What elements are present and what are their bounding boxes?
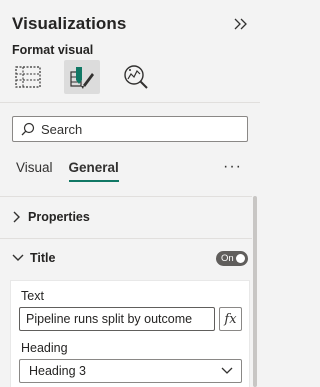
chevron-down-icon [12, 254, 24, 261]
search-input[interactable] [35, 121, 247, 137]
toggle-label: On [221, 253, 234, 264]
format-tabs: Visual General [16, 160, 120, 182]
analytics-magnifier-icon [124, 65, 148, 89]
toolbar-divider [0, 102, 260, 103]
title-section-header[interactable]: Title [12, 251, 55, 265]
tab-visual[interactable]: Visual [16, 160, 53, 180]
toggle-knob [236, 254, 245, 263]
properties-section-header[interactable]: Properties [12, 210, 90, 224]
title-toggle[interactable]: On [216, 251, 248, 266]
chevron-down-icon [221, 367, 233, 374]
table-grid-icon [15, 66, 41, 88]
format-visual-button[interactable] [64, 60, 100, 94]
pane-mode-toolbar [10, 60, 154, 94]
heading-field-label: Heading [21, 341, 68, 355]
title-settings-card: Text fx Heading Heading 3 [10, 280, 250, 387]
double-chevron-right-icon [234, 18, 247, 30]
title-text-input[interactable] [19, 307, 215, 331]
title-section-label: Title [30, 251, 56, 265]
text-field-label: Text [21, 289, 44, 303]
tab-general[interactable]: General [68, 160, 120, 182]
heading-selected-value: Heading 3 [29, 364, 86, 378]
collapse-pane-button[interactable] [232, 14, 250, 34]
conditional-format-fx-button[interactable]: fx [219, 307, 242, 331]
paintbrush-format-icon [70, 67, 94, 89]
tabs-divider [0, 196, 252, 197]
visualizations-pane: Visualizations Format visual Search Visu… [0, 0, 260, 387]
section-divider [0, 238, 252, 239]
search-icon [21, 122, 35, 136]
format-visual-heading: Format visual [12, 43, 94, 57]
more-options-button[interactable]: ··· [223, 158, 242, 176]
properties-section-label: Properties [28, 210, 90, 224]
analytics-button[interactable] [118, 60, 154, 94]
build-visual-button[interactable] [10, 60, 46, 94]
pane-title: Visualizations [12, 14, 127, 33]
pane-scrollbar[interactable] [253, 196, 257, 387]
chevron-right-icon [13, 211, 20, 223]
search-box[interactable] [12, 116, 248, 142]
heading-dropdown[interactable]: Heading 3 [19, 359, 242, 383]
